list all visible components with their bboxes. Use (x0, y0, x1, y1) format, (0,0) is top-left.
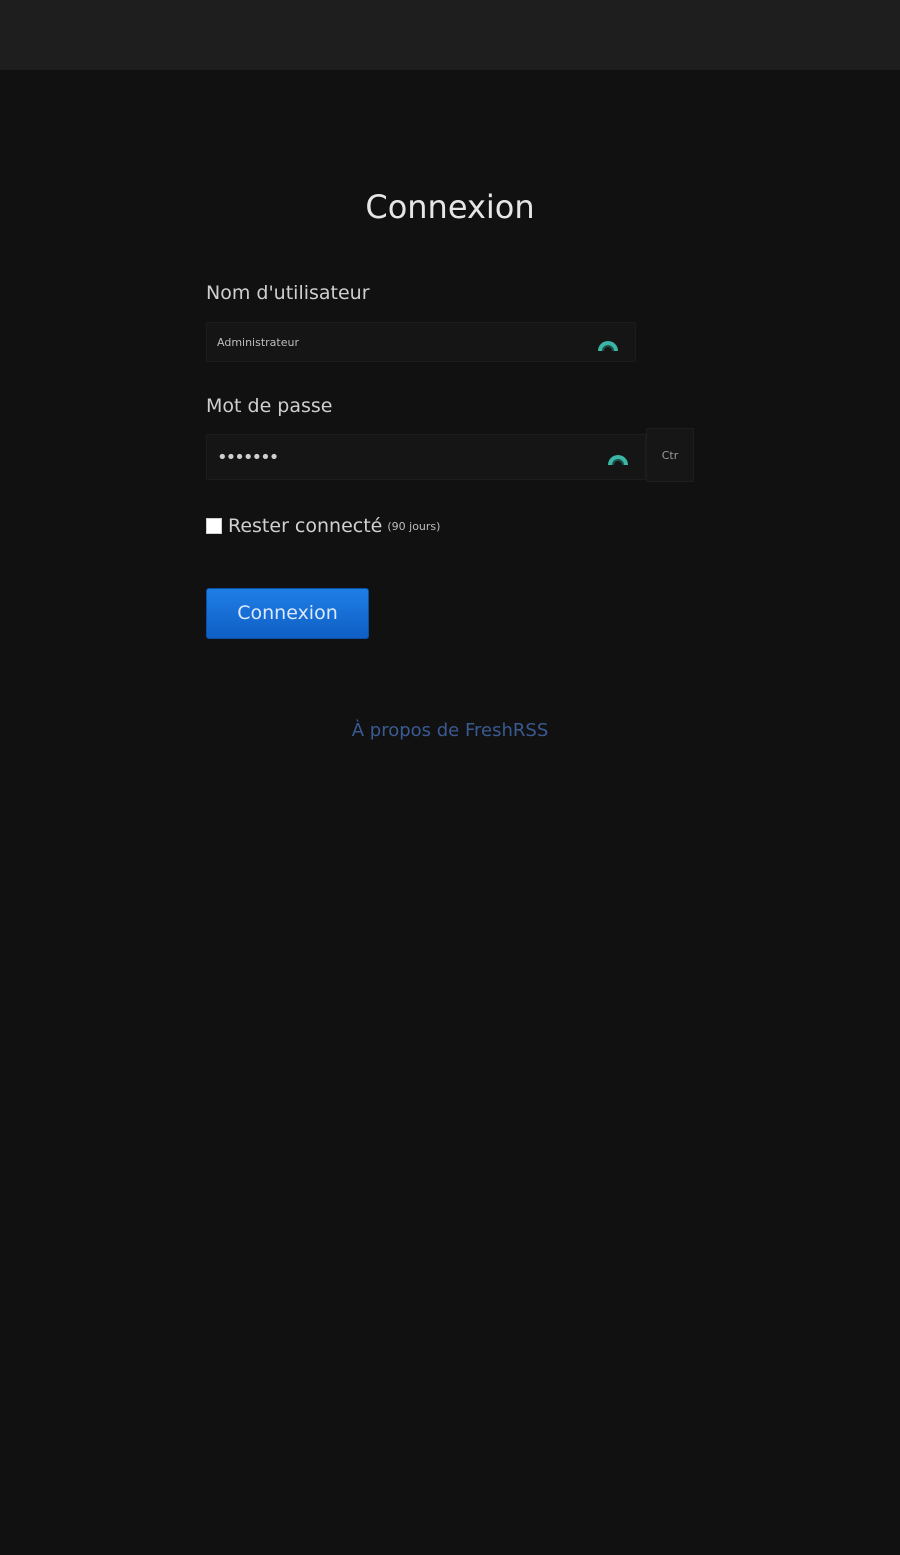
top-bar (0, 0, 900, 70)
password-input[interactable] (207, 435, 567, 479)
username-field-wrapper (206, 322, 636, 362)
password-field-wrapper (206, 434, 646, 480)
username-label: Nom d'utilisateur (206, 282, 370, 304)
password-manager-icon[interactable] (605, 445, 631, 471)
page-title: Connexion (365, 188, 535, 226)
login-button[interactable]: Connexion (206, 588, 369, 639)
remember-me[interactable]: Rester connecté (90 jours) (206, 515, 440, 537)
username-input[interactable] (207, 323, 567, 361)
show-password-button[interactable]: Ctr (646, 428, 694, 482)
password-manager-icon[interactable] (595, 331, 621, 357)
password-label: Mot de passe (206, 395, 333, 417)
about-link[interactable]: À propos de FreshRSS (0, 720, 900, 741)
remember-checkbox[interactable] (206, 518, 222, 534)
remember-hint: (90 jours) (387, 519, 441, 533)
remember-label[interactable]: Rester connecté (228, 515, 382, 537)
